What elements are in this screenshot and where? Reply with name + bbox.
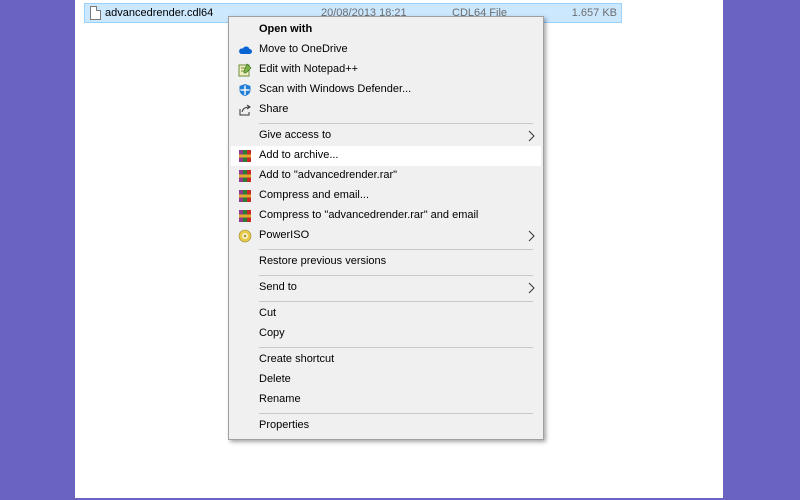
winrar-books-icon xyxy=(239,190,251,202)
poweriso-disc-icon xyxy=(238,229,252,243)
menu-item-move-to-onedrive[interactable]: Move to OneDrive xyxy=(231,40,541,60)
menu-separator xyxy=(259,275,533,276)
notepad-plus-plus-icon xyxy=(238,63,252,77)
menu-separator xyxy=(259,123,533,124)
menu-separator xyxy=(259,413,533,414)
onedrive-cloud-icon xyxy=(239,46,252,54)
menu-item-copy[interactable]: Copy xyxy=(231,324,541,344)
menu-item-give-access[interactable]: Give access to xyxy=(231,126,541,146)
menu-item-label: Compress and email... xyxy=(259,189,370,201)
winrar-books-icon xyxy=(239,210,251,222)
menu-item-restore-versions[interactable]: Restore previous versions xyxy=(231,252,541,272)
menu-item-label: Restore previous versions xyxy=(259,255,387,267)
menu-item-properties[interactable]: Properties xyxy=(231,416,541,436)
menu-item-label: PowerISO xyxy=(259,229,310,241)
menu-item-open-with[interactable]: Open with xyxy=(231,20,541,40)
menu-item-label: Give access to xyxy=(259,129,332,141)
windows-defender-icon xyxy=(239,84,251,96)
context-menu: Open with Move to OneDrive Edit with Not… xyxy=(228,16,544,440)
menu-item-add-to-archive[interactable]: Add to archive... xyxy=(231,146,541,166)
menu-item-share[interactable]: Share xyxy=(231,100,541,120)
file-size: 1.657 KB xyxy=(571,7,617,19)
share-icon xyxy=(239,104,251,116)
menu-item-label: Delete xyxy=(259,373,291,385)
menu-separator xyxy=(259,347,533,348)
menu-item-cut[interactable]: Cut xyxy=(231,304,541,324)
menu-item-poweriso[interactable]: PowerISO xyxy=(231,226,541,246)
menu-item-label: Share xyxy=(259,103,289,115)
menu-item-edit-notepad[interactable]: Edit with Notepad++ xyxy=(231,60,541,80)
file-name: advancedrender.cdl64 xyxy=(105,7,214,19)
menu-item-label: Rename xyxy=(259,393,301,405)
menu-item-send-to[interactable]: Send to xyxy=(231,278,541,298)
menu-item-label: Properties xyxy=(259,419,310,431)
menu-item-rename[interactable]: Rename xyxy=(231,390,541,410)
menu-item-delete[interactable]: Delete xyxy=(231,370,541,390)
menu-separator xyxy=(259,249,533,250)
menu-item-add-to-rar[interactable]: Add to "advancedrender.rar" xyxy=(231,166,541,186)
winrar-books-icon xyxy=(239,170,251,182)
menu-item-label: Compress to "advancedrender.rar" and ema… xyxy=(259,209,479,221)
menu-item-label: Scan with Windows Defender... xyxy=(259,83,412,95)
menu-item-label: Move to OneDrive xyxy=(259,43,348,55)
chevron-right-icon xyxy=(528,282,535,294)
menu-item-create-shortcut[interactable]: Create shortcut xyxy=(231,350,541,370)
menu-item-label: Edit with Notepad++ xyxy=(259,63,359,75)
menu-item-label: Open with xyxy=(259,23,313,35)
menu-item-label: Copy xyxy=(259,327,285,339)
menu-item-compress-email[interactable]: Compress and email... xyxy=(231,186,541,206)
menu-item-label: Send to xyxy=(259,281,297,293)
menu-item-label: Cut xyxy=(259,307,277,319)
menu-item-label: Add to archive... xyxy=(259,149,339,161)
menu-item-compress-rar-email[interactable]: Compress to "advancedrender.rar" and ema… xyxy=(231,206,541,226)
menu-item-label: Create shortcut xyxy=(259,353,335,365)
winrar-books-icon xyxy=(239,150,251,162)
menu-item-scan-defender[interactable]: Scan with Windows Defender... xyxy=(231,80,541,100)
menu-separator xyxy=(259,301,533,302)
generic-file-icon xyxy=(90,6,101,20)
menu-item-label: Add to "advancedrender.rar" xyxy=(259,169,398,181)
chevron-right-icon xyxy=(528,130,535,142)
chevron-right-icon xyxy=(528,230,535,242)
